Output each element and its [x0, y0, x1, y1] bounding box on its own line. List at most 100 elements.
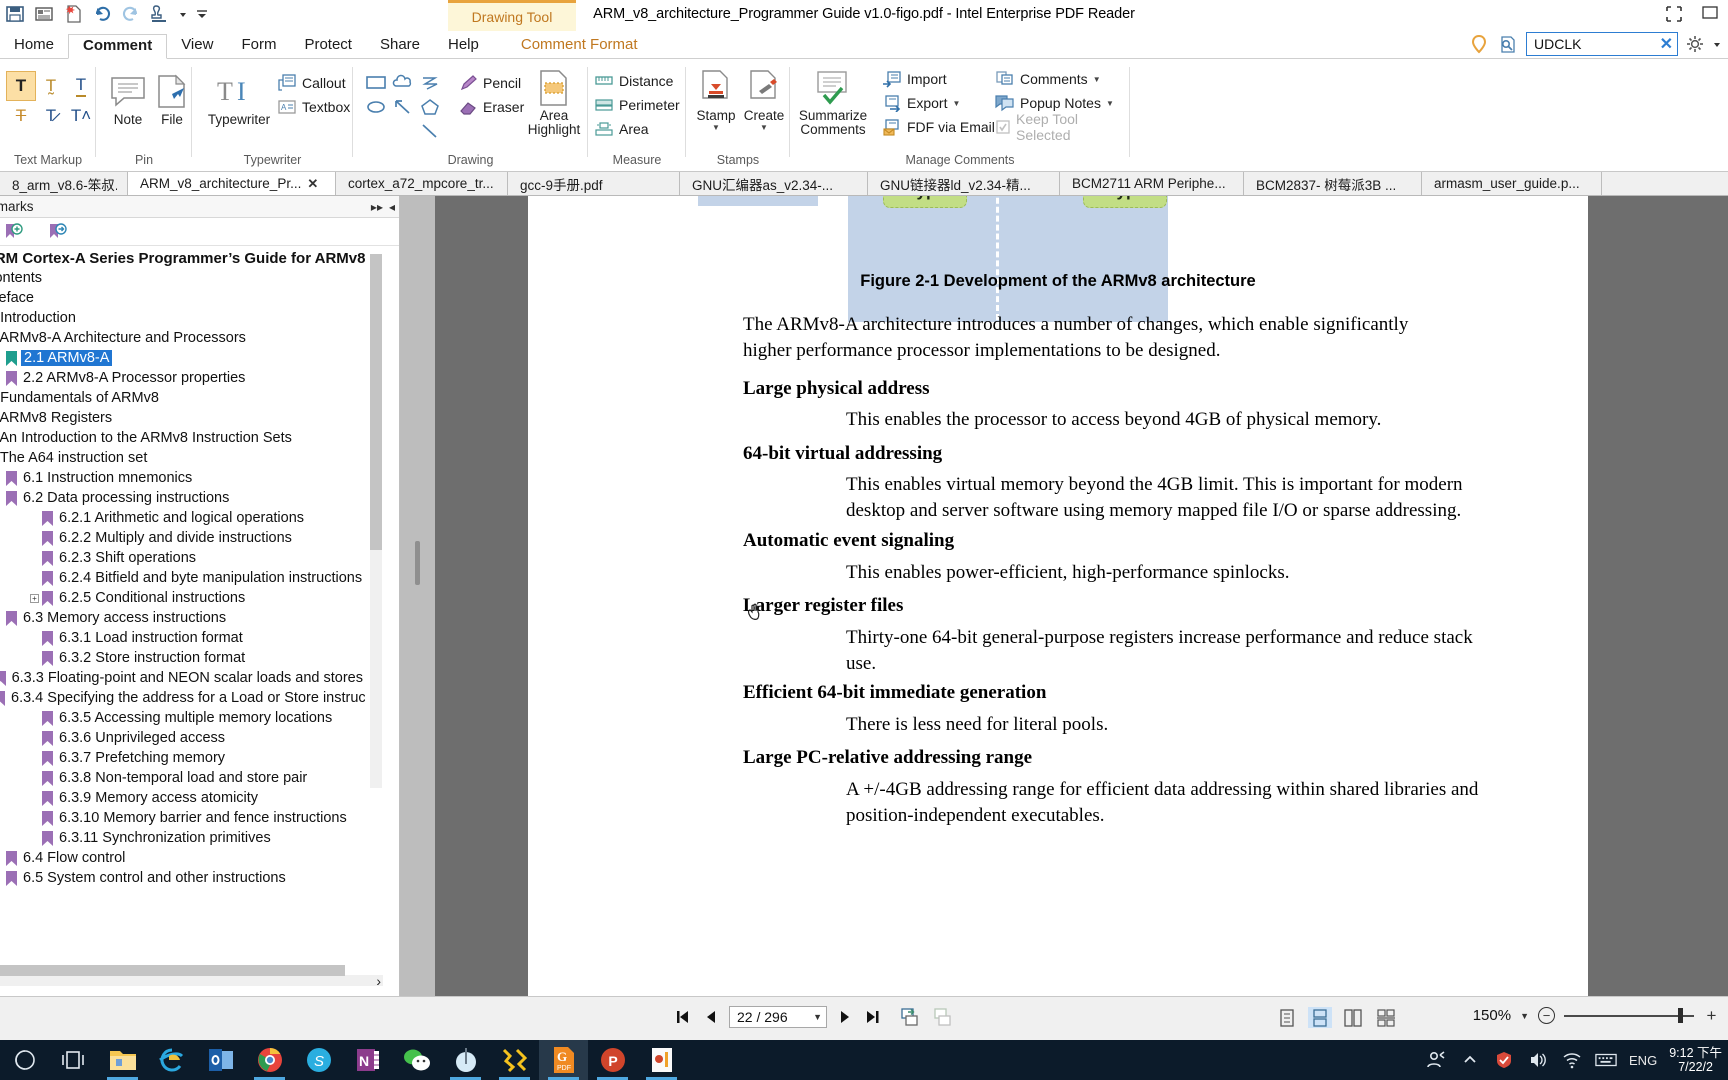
bookmark-item[interactable]: 6.2.1 Arithmetic and logical operations	[0, 508, 365, 528]
first-page-button[interactable]	[675, 1009, 693, 1025]
create-dropdown-icon[interactable]: ▼	[760, 123, 768, 132]
task-view-icon[interactable]	[49, 1040, 98, 1080]
doc-tab-4[interactable]: GNU汇编器as_v2.34-...	[680, 172, 868, 195]
clock[interactable]: 9:12 下午 7/22/2	[1669, 1046, 1722, 1074]
textbox-button[interactable]: A Textbox	[277, 95, 350, 119]
bookmark-item[interactable]: +6.3.4 Specifying the address for a Load…	[0, 688, 365, 708]
replace-text-icon[interactable]: T̷	[36, 101, 66, 131]
file-explorer-icon[interactable]	[98, 1040, 147, 1080]
sourceinsight-icon[interactable]	[490, 1040, 539, 1080]
bookmark-item[interactable]: 6.3.2 Store instruction format	[0, 648, 365, 668]
internet-explorer-icon[interactable]	[147, 1040, 196, 1080]
tab-comment-format[interactable]: Comment Format	[507, 33, 652, 58]
underline-icon[interactable]: T	[66, 71, 96, 101]
sidebar-hscrollbar-track[interactable]	[0, 965, 383, 986]
export-dropdown-icon[interactable]: ▼	[952, 99, 960, 108]
pdf-reader-icon[interactable]: G PDF	[539, 1040, 588, 1080]
language-indicator[interactable]: ENG	[1629, 1053, 1657, 1068]
keep-tool-selected-checkbox[interactable]: Keep Tool Selected	[995, 111, 1130, 143]
bookmark-item[interactable]: 6.3.9 Memory access atomicity	[0, 788, 365, 808]
bookmark-item[interactable]: ARM Cortex-A Series Programmer’s Guide f…	[0, 248, 365, 268]
bookmark-item[interactable]: 6.2.2 Multiply and divide instructions	[0, 528, 365, 548]
ellipse-icon[interactable]	[362, 95, 389, 119]
bookmark-item[interactable]: 2.2 ARMv8-A Processor properties	[0, 368, 365, 388]
bookmark-item[interactable]: 6.2.4 Bitfield and byte manipulation ins…	[0, 568, 365, 588]
doc-tab-2[interactable]: cortex_a72_mpcore_tr...	[336, 172, 508, 195]
close-tab-icon[interactable]: ✕	[307, 176, 318, 192]
show-hidden-icons[interactable]	[1459, 1049, 1481, 1071]
tab-help[interactable]: Help	[434, 33, 493, 58]
security-icon[interactable]	[1493, 1049, 1515, 1071]
line-icon[interactable]	[416, 119, 443, 143]
advanced-search-icon[interactable]	[1497, 33, 1519, 55]
comments-panel-button[interactable]: Comments ▼	[995, 67, 1130, 91]
bookmark-item[interactable]: 6.3.8 Non-temporal load and store pair	[0, 768, 365, 788]
bookmark-item[interactable]: 4: ARMv8 Registers	[0, 408, 365, 428]
gear-icon[interactable]	[1685, 34, 1705, 54]
expand-icon[interactable]: +	[30, 593, 39, 603]
bookmark-item[interactable]: 6.3.6 Unprivileged access	[0, 728, 365, 748]
view-mode-two-page[interactable]	[1341, 1007, 1365, 1028]
bookmark-item[interactable]: 2.1 ARMv8-A	[0, 348, 365, 368]
area-button[interactable]: Area	[594, 117, 680, 141]
bookmark-item[interactable]: Preface	[0, 288, 365, 308]
clear-search-icon[interactable]: ✕	[1660, 34, 1673, 54]
outlook-icon[interactable]	[196, 1040, 245, 1080]
rectangle-icon[interactable]	[362, 71, 389, 95]
doc-tab-5[interactable]: GNU链接器ld_v2.34-精...	[868, 172, 1060, 195]
bookmark-item[interactable]: 6.3.1 Load instruction format	[0, 628, 365, 648]
start-icon[interactable]	[0, 1040, 49, 1080]
doc-tab-6[interactable]: BCM2711 ARM Periphe...	[1060, 172, 1244, 195]
view-mode-two-page-continuous[interactable]	[1374, 1007, 1398, 1028]
splitter-grip[interactable]	[415, 541, 420, 585]
cloud-icon[interactable]	[389, 71, 416, 95]
bookmark-item[interactable]: 6: The A64 instruction set	[0, 448, 365, 468]
sidebar-scrollbar-track[interactable]	[370, 254, 382, 788]
expand-panel-icon[interactable]: ▸▸	[371, 200, 383, 214]
sidebar-scrollbar-thumb[interactable]	[370, 254, 382, 550]
restore-ribbon-icon[interactable]	[1664, 4, 1684, 24]
bookmark-item[interactable]: 6.3.5 Accessing multiple memory location…	[0, 708, 365, 728]
eraser-button[interactable]: Eraser	[458, 95, 524, 119]
bookmark-item[interactable]: 6.2.3 Shift operations	[0, 548, 365, 568]
bookmark-item[interactable]: 6.3.10 Memory barrier and fence instruct…	[0, 808, 365, 828]
wechat-icon[interactable]	[392, 1040, 441, 1080]
tab-view[interactable]: View	[167, 33, 227, 58]
zoom-in-button[interactable]: +	[1703, 1006, 1720, 1025]
search-input[interactable]: UDCLK	[1534, 36, 1581, 52]
view-mode-continuous[interactable]	[1308, 1007, 1332, 1028]
tab-home[interactable]: Home	[0, 33, 68, 58]
import-comments-button[interactable]: Import	[882, 67, 995, 91]
fdf-via-email-button[interactable]: FDF via Email	[882, 115, 995, 139]
people-icon[interactable]	[1425, 1049, 1447, 1071]
previous-view-button[interactable]	[900, 1007, 922, 1027]
view-mode-single-page[interactable]	[1275, 1007, 1299, 1028]
previous-page-button[interactable]	[704, 1009, 718, 1025]
stamp-button[interactable]: Stamp ▼	[690, 67, 742, 132]
volume-icon[interactable]	[1527, 1049, 1549, 1071]
bookmark-item[interactable]: 6.4 Flow control	[0, 848, 365, 868]
page-dropdown-icon[interactable]: ▼	[813, 1012, 822, 1022]
polyline-icon[interactable]	[416, 71, 443, 95]
sidebar-splitter[interactable]	[400, 196, 435, 996]
tab-protect[interactable]: Protect	[290, 33, 366, 58]
zoom-dropdown-icon[interactable]: ▼	[1520, 1011, 1529, 1021]
skype-icon[interactable]: S	[294, 1040, 343, 1080]
comments-dropdown-icon[interactable]: ▼	[1093, 75, 1101, 84]
doc-tab-1[interactable]: ARM_v8_architecture_Pr... ✕	[128, 172, 336, 195]
bookmark-item[interactable]: 6.3.7 Prefetching memory	[0, 748, 365, 768]
keyboard-icon[interactable]	[1595, 1049, 1617, 1071]
pencil-button[interactable]: Pencil	[458, 71, 524, 95]
minimize-button[interactable]	[1700, 4, 1720, 24]
callout-button[interactable]: Callout	[277, 71, 350, 95]
add-bookmark-icon[interactable]	[4, 222, 26, 242]
bookmark-item[interactable]: 5: An Introduction to the ARMv8 Instruct…	[0, 428, 365, 448]
perimeter-button[interactable]: Perimeter	[594, 93, 680, 117]
search-input-wrapper[interactable]: UDCLK ✕	[1526, 32, 1678, 56]
goto-bookmark-icon[interactable]	[48, 222, 70, 242]
polygon-icon[interactable]	[416, 95, 443, 119]
bookmark-item[interactable]: +6.2.5 Conditional instructions	[0, 588, 365, 608]
chrome-icon[interactable]	[245, 1040, 294, 1080]
insert-text-icon[interactable]: T˄	[66, 101, 96, 131]
doc-tab-7[interactable]: BCM2837- 树莓派3B ...	[1244, 172, 1422, 195]
